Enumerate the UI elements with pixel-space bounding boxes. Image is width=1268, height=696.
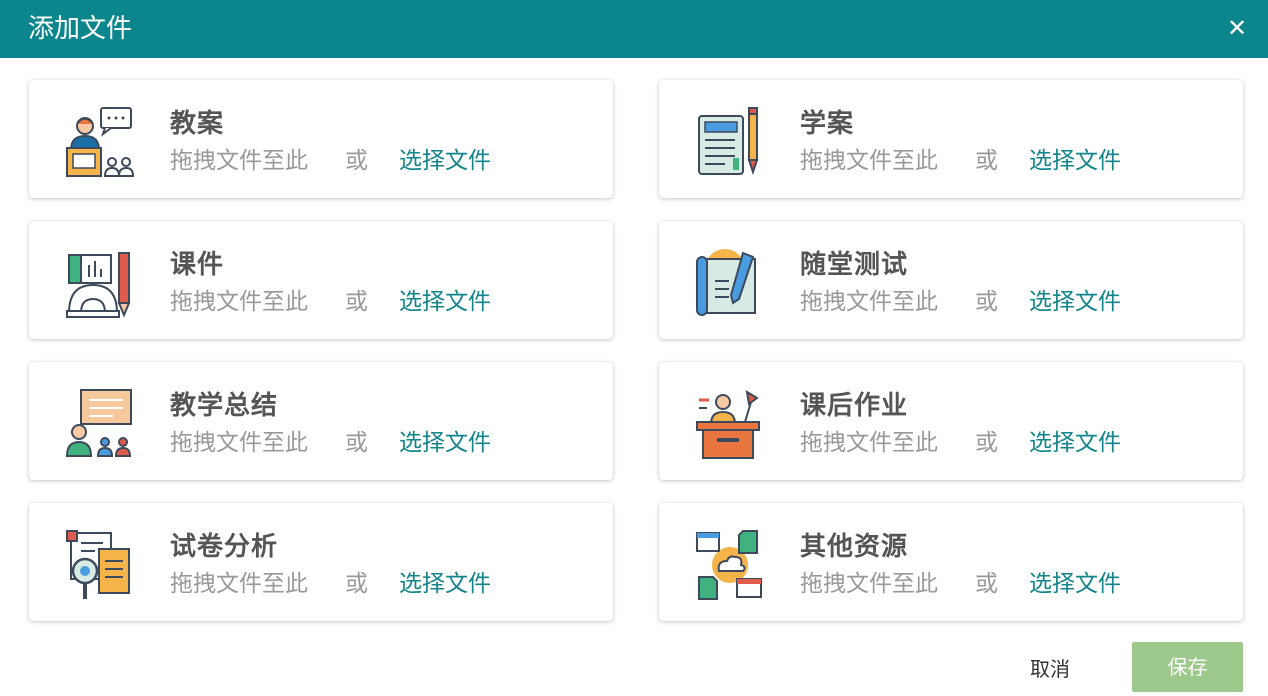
card-title: 教学总结: [170, 391, 279, 421]
card-other-resources[interactable]: 其他资源 拖拽文件至此 或 选择文件: [659, 503, 1243, 621]
notebook-pen-icon: [695, 106, 765, 178]
or-text: 或: [975, 430, 998, 456]
cloud-resources-icon: [695, 529, 765, 601]
choose-file-link[interactable]: 选择文件: [1029, 428, 1121, 458]
choose-file-link[interactable]: 选择文件: [1029, 287, 1121, 317]
card-title: 教案: [170, 109, 225, 139]
choose-file-link[interactable]: 选择文件: [399, 287, 491, 317]
quiz-paper-pencil-icon: [695, 247, 765, 319]
choose-file-link[interactable]: 选择文件: [399, 146, 491, 176]
close-icon[interactable]: ✕: [1224, 15, 1250, 41]
card-title: 其他资源: [800, 532, 909, 562]
exam-analysis-magnifier-icon: [65, 529, 135, 601]
courseware-tools-icon: [65, 247, 135, 319]
card-teaching-summary[interactable]: 教学总结 拖拽文件至此 或 选择文件: [29, 362, 613, 480]
or-text: 或: [975, 148, 998, 174]
choose-file-link[interactable]: 选择文件: [399, 569, 491, 599]
dialog-header: 添加文件 ✕: [0, 0, 1268, 58]
or-text: 或: [975, 571, 998, 597]
card-title: 学案: [800, 109, 855, 139]
card-study-plan[interactable]: 学案 拖拽文件至此 或 选择文件: [659, 80, 1243, 198]
drop-hint: 拖拽文件至此: [170, 430, 308, 456]
save-button[interactable]: 保存: [1132, 642, 1243, 692]
drop-hint: 拖拽文件至此: [170, 289, 308, 315]
drop-hint: 拖拽文件至此: [800, 148, 938, 174]
dialog-title: 添加文件: [28, 14, 133, 44]
drop-hint: 拖拽文件至此: [800, 571, 938, 597]
add-file-dialog: 添加文件 ✕ 教案 拖拽文件至此 或 选择文件 学案 拖拽文件至此 或 选择文件…: [0, 0, 1268, 696]
choose-file-link[interactable]: 选择文件: [1029, 569, 1121, 599]
teacher-presentation-icon: [65, 106, 135, 178]
card-title: 课后作业: [800, 391, 909, 421]
card-exam-analysis[interactable]: 试卷分析 拖拽文件至此 或 选择文件: [29, 503, 613, 621]
drop-hint: 拖拽文件至此: [170, 571, 308, 597]
card-homework[interactable]: 课后作业 拖拽文件至此 或 选择文件: [659, 362, 1243, 480]
card-title: 试卷分析: [170, 532, 279, 562]
card-title: 随堂测试: [800, 250, 909, 280]
choose-file-link[interactable]: 选择文件: [399, 428, 491, 458]
drop-hint: 拖拽文件至此: [170, 148, 308, 174]
drop-hint: 拖拽文件至此: [800, 289, 938, 315]
or-text: 或: [345, 430, 368, 456]
card-courseware[interactable]: 课件 拖拽文件至此 或 选择文件: [29, 221, 613, 339]
drop-hint: 拖拽文件至此: [800, 430, 938, 456]
homework-desk-icon: [695, 388, 765, 460]
card-lesson-plan[interactable]: 教案 拖拽文件至此 或 选择文件: [29, 80, 613, 198]
choose-file-link[interactable]: 选择文件: [1029, 146, 1121, 176]
or-text: 或: [345, 571, 368, 597]
teaching-summary-board-icon: [65, 388, 135, 460]
card-class-quiz[interactable]: 随堂测试 拖拽文件至此 或 选择文件: [659, 221, 1243, 339]
or-text: 或: [345, 148, 368, 174]
cancel-button[interactable]: 取消: [1030, 656, 1070, 682]
or-text: 或: [975, 289, 998, 315]
card-title: 课件: [170, 250, 225, 280]
or-text: 或: [345, 289, 368, 315]
